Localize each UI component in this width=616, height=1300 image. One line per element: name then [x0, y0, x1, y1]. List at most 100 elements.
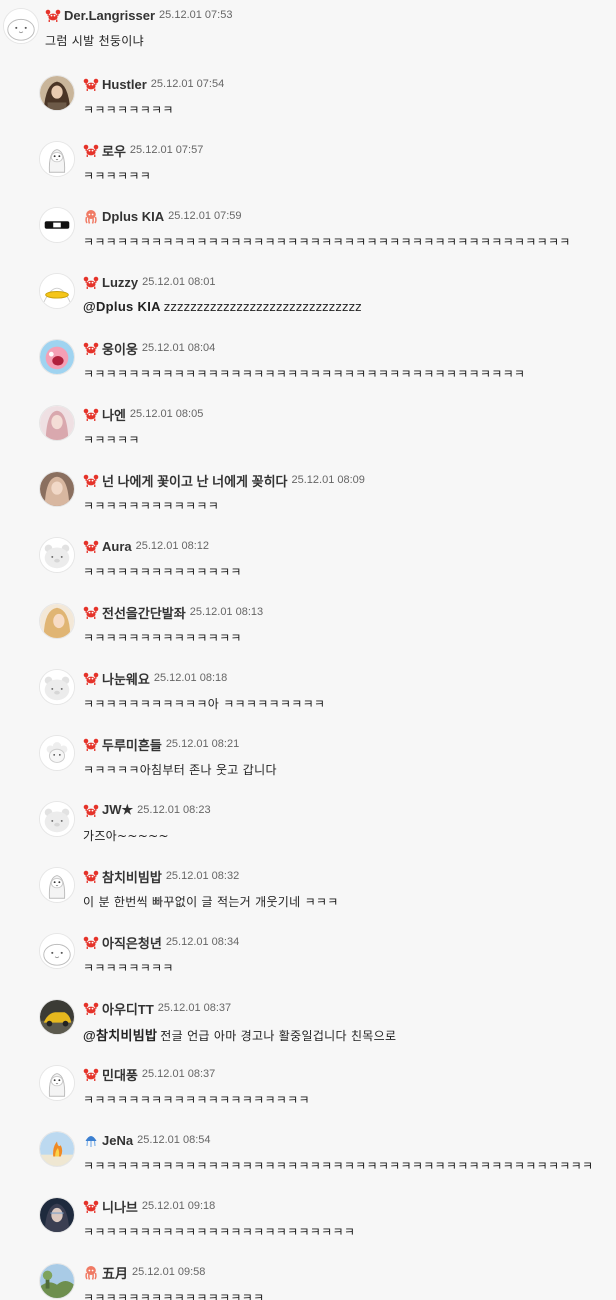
- reply-comment: 나눈웨요 25.12.01 08:18 ㅋㅋㅋㅋㅋㅋㅋㅋㅋㅋㅋ아 ㅋㅋㅋㅋㅋㅋㅋㅋㅋ: [0, 660, 616, 726]
- avatar[interactable]: [39, 801, 75, 837]
- avatar[interactable]: [39, 273, 75, 309]
- mention-link[interactable]: @Dplus KIA: [83, 299, 161, 314]
- nickname[interactable]: 아직은청년: [102, 933, 162, 952]
- avatar[interactable]: [39, 735, 75, 771]
- nickname[interactable]: Aura: [102, 539, 132, 554]
- comment-body: @참치비빔밥 전글 언급 아마 경고나 활중일겁니다 친목으로: [83, 1025, 396, 1044]
- crab-icon: [83, 472, 99, 488]
- comment-meta: Der.Langrisser 25.12.01 07:53: [45, 6, 232, 24]
- reply-comment: JW★ 25.12.01 08:23 가즈아~~~~~: [0, 792, 616, 858]
- mention-link[interactable]: @참치비빔밥: [83, 1028, 157, 1043]
- comment-meta: 웅이웅 25.12.01 08:04: [83, 339, 215, 357]
- nickname[interactable]: 로우: [102, 141, 126, 160]
- comment-text: ㅋㅋㅋㅋㅋㅋㅋㅋ: [83, 103, 174, 117]
- comment-meta: 두루미흔들 25.12.01 08:21: [83, 735, 239, 753]
- reply-comment: 웅이웅 25.12.01 08:04 ㅋㅋㅋㅋㅋㅋㅋㅋㅋㅋㅋㅋㅋㅋㅋㅋㅋㅋㅋㅋㅋㅋㅋ…: [0, 330, 616, 396]
- crab-icon: [83, 76, 99, 92]
- avatar[interactable]: [39, 867, 75, 903]
- comment-text: ㅋㅋㅋㅋㅋㅋㅋㅋㅋㅋㅋ아 ㅋㅋㅋㅋㅋㅋㅋㅋㅋ: [83, 697, 326, 711]
- crab-icon: [83, 802, 99, 818]
- jellyfish-icon: [83, 1132, 99, 1148]
- avatar[interactable]: [39, 405, 75, 441]
- comment-timestamp: 25.12.01 08:09: [291, 474, 365, 486]
- avatar[interactable]: [39, 1131, 75, 1167]
- crab-icon: [45, 7, 61, 23]
- avatar[interactable]: [39, 537, 75, 573]
- comment-text: ㅋㅋㅋㅋㅋㅋㅋㅋㅋㅋㅋㅋㅋㅋ: [83, 565, 242, 579]
- avatar[interactable]: [39, 339, 75, 375]
- nickname[interactable]: JW★: [102, 802, 133, 818]
- nickname[interactable]: Luzzy: [102, 275, 138, 290]
- comment-meta: Luzzy 25.12.01 08:01: [83, 273, 216, 291]
- comment-meta: 아직은청년 25.12.01 08:34: [83, 933, 239, 951]
- nickname[interactable]: Der.Langrisser: [64, 8, 155, 23]
- avatar[interactable]: [39, 141, 75, 177]
- comment-timestamp: 25.12.01 08:04: [141, 342, 216, 354]
- crab-icon: [83, 274, 99, 290]
- nickname[interactable]: Dplus KIA: [102, 209, 164, 224]
- avatar[interactable]: [39, 1065, 75, 1101]
- avatar[interactable]: [39, 1263, 75, 1299]
- reply-comment: 니나브 25.12.01 09:18 ㅋㅋㅋㅋㅋㅋㅋㅋㅋㅋㅋㅋㅋㅋㅋㅋㅋㅋㅋㅋㅋㅋㅋ…: [0, 1188, 616, 1254]
- avatar[interactable]: [3, 8, 39, 44]
- avatar[interactable]: [39, 471, 75, 507]
- comment-timestamp: 25.12.01 07:54: [150, 78, 225, 90]
- comment-timestamp: 25.12.01 08:37: [141, 1068, 216, 1080]
- nickname[interactable]: 五月: [102, 1263, 128, 1282]
- nickname[interactable]: 전선을간단발좌: [102, 603, 186, 622]
- nickname[interactable]: 웅이웅: [102, 339, 138, 358]
- comment-timestamp: 25.12.01 08:34: [165, 936, 240, 948]
- avatar[interactable]: [39, 1197, 75, 1233]
- nickname[interactable]: 아우디TT: [102, 999, 154, 1018]
- nickname[interactable]: JeNa: [102, 1133, 133, 1148]
- nickname[interactable]: 참치비빔밥: [102, 867, 162, 886]
- avatar[interactable]: [39, 207, 75, 243]
- comment-body: ㅋㅋㅋㅋㅋ: [83, 431, 140, 448]
- comment-body: ㅋㅋㅋㅋㅋㅋㅋㅋ: [83, 959, 174, 976]
- avatar[interactable]: [39, 75, 75, 111]
- comment-timestamp: 25.12.01 07:53: [159, 9, 233, 21]
- comment-text: ㅋㅋㅋㅋㅋㅋㅋㅋㅋㅋㅋㅋㅋㅋㅋㅋㅋㅋㅋㅋㅋㅋㅋㅋ: [83, 1225, 356, 1239]
- avatar[interactable]: [39, 669, 75, 705]
- avatar[interactable]: [39, 999, 75, 1035]
- octopus-icon: [83, 1264, 99, 1280]
- avatar[interactable]: [39, 603, 75, 639]
- comment-timestamp: 25.12.01 08:23: [137, 804, 211, 816]
- comment-text: ㅋㅋㅋㅋㅋㅋ: [83, 169, 152, 183]
- nickname[interactable]: 두루미흔들: [102, 735, 162, 754]
- reply-comment: Luzzy 25.12.01 08:01 @Dplus KIA zzzzzzzzzzz…: [0, 264, 616, 330]
- nickname[interactable]: 니나브: [102, 1197, 138, 1216]
- crab-icon: [83, 538, 99, 554]
- nickname[interactable]: Hustler: [102, 77, 147, 92]
- comment-timestamp: 25.12.01 08:01: [142, 276, 216, 288]
- crab-icon: [83, 604, 99, 620]
- crab-icon: [83, 868, 99, 884]
- comment-timestamp: 25.12.01 08:13: [189, 606, 264, 618]
- reply-comment: 넌 나에게 꽃이고 난 너에게 꽂히다 25.12.01 08:09 ㅋㅋㅋㅋㅋㅋㅋ…: [0, 462, 616, 528]
- comment-text: ㅋㅋㅋㅋㅋㅋㅋㅋㅋㅋㅋㅋㅋㅋ: [83, 631, 242, 645]
- nickname[interactable]: 나눈웨요: [102, 669, 150, 688]
- comment-meta: Dplus KIA 25.12.01 07:59: [83, 207, 242, 225]
- crab-icon: [83, 934, 99, 950]
- comment-body: ㅋㅋㅋㅋㅋㅋㅋㅋㅋㅋㅋㅋㅋㅋㅋㅋㅋㅋㅋㅋㅋㅋㅋㅋ: [83, 1223, 355, 1240]
- nickname[interactable]: 민대풍: [102, 1065, 138, 1084]
- comment-meta: 나눈웨요 25.12.01 08:18: [83, 669, 227, 687]
- nickname[interactable]: 나엔: [102, 405, 126, 424]
- comment-body: ㅋㅋㅋㅋㅋㅋㅋㅋㅋㅋㅋㅋㅋㅋㅋㅋㅋㅋㅋㅋㅋㅋㅋㅋㅋㅋㅋㅋㅋㅋㅋㅋㅋㅋㅋㅋㅋㅋㅋ: [83, 365, 525, 382]
- comment-body: ㅋㅋㅋㅋㅋㅋㅋㅋ: [83, 101, 174, 118]
- reply-comment: 五月 25.12.01 09:58 ㅋㅋㅋㅋㅋㅋㅋㅋㅋㅋㅋㅋㅋㅋㅋㅋ: [0, 1254, 616, 1300]
- comment-timestamp: 25.12.01 08:18: [153, 672, 228, 684]
- comment-meta: Hustler 25.12.01 07:54: [83, 75, 224, 93]
- reply-comment: 두루미흔들 25.12.01 08:21 ㅋㅋㅋㅋㅋ아침부터 존나 웃고 갑니다: [0, 726, 616, 792]
- crab-icon: [83, 1198, 99, 1214]
- comment-timestamp: 25.12.01 08:37: [157, 1002, 232, 1014]
- comment-body: @Dplus KIA zzzzzzzzzzzzzzzzzzzzzzzzzzzzzz: [83, 299, 362, 314]
- comment-meta: 五月 25.12.01 09:58: [83, 1263, 205, 1281]
- nickname[interactable]: 넌 나에게 꽃이고 난 너에게 꽂히다: [102, 471, 288, 490]
- comment-meta: 넌 나에게 꽃이고 난 너에게 꽂히다 25.12.01 08:09: [83, 471, 365, 489]
- avatar[interactable]: [39, 933, 75, 969]
- comment-meta: 민대풍 25.12.01 08:37: [83, 1065, 215, 1083]
- comment-thread: Der.Langrisser 25.12.01 07:53 그럼 시발 천둥이냐 Hu…: [0, 0, 616, 1300]
- comment-body: ㅋㅋㅋㅋㅋㅋㅋㅋㅋㅋㅋㅋㅋㅋㅋㅋㅋㅋㅋㅋㅋㅋㅋㅋㅋㅋㅋㅋㅋㅋㅋㅋㅋㅋㅋㅋㅋㅋㅋㅋ…: [83, 1157, 593, 1174]
- crab-icon: [83, 340, 99, 356]
